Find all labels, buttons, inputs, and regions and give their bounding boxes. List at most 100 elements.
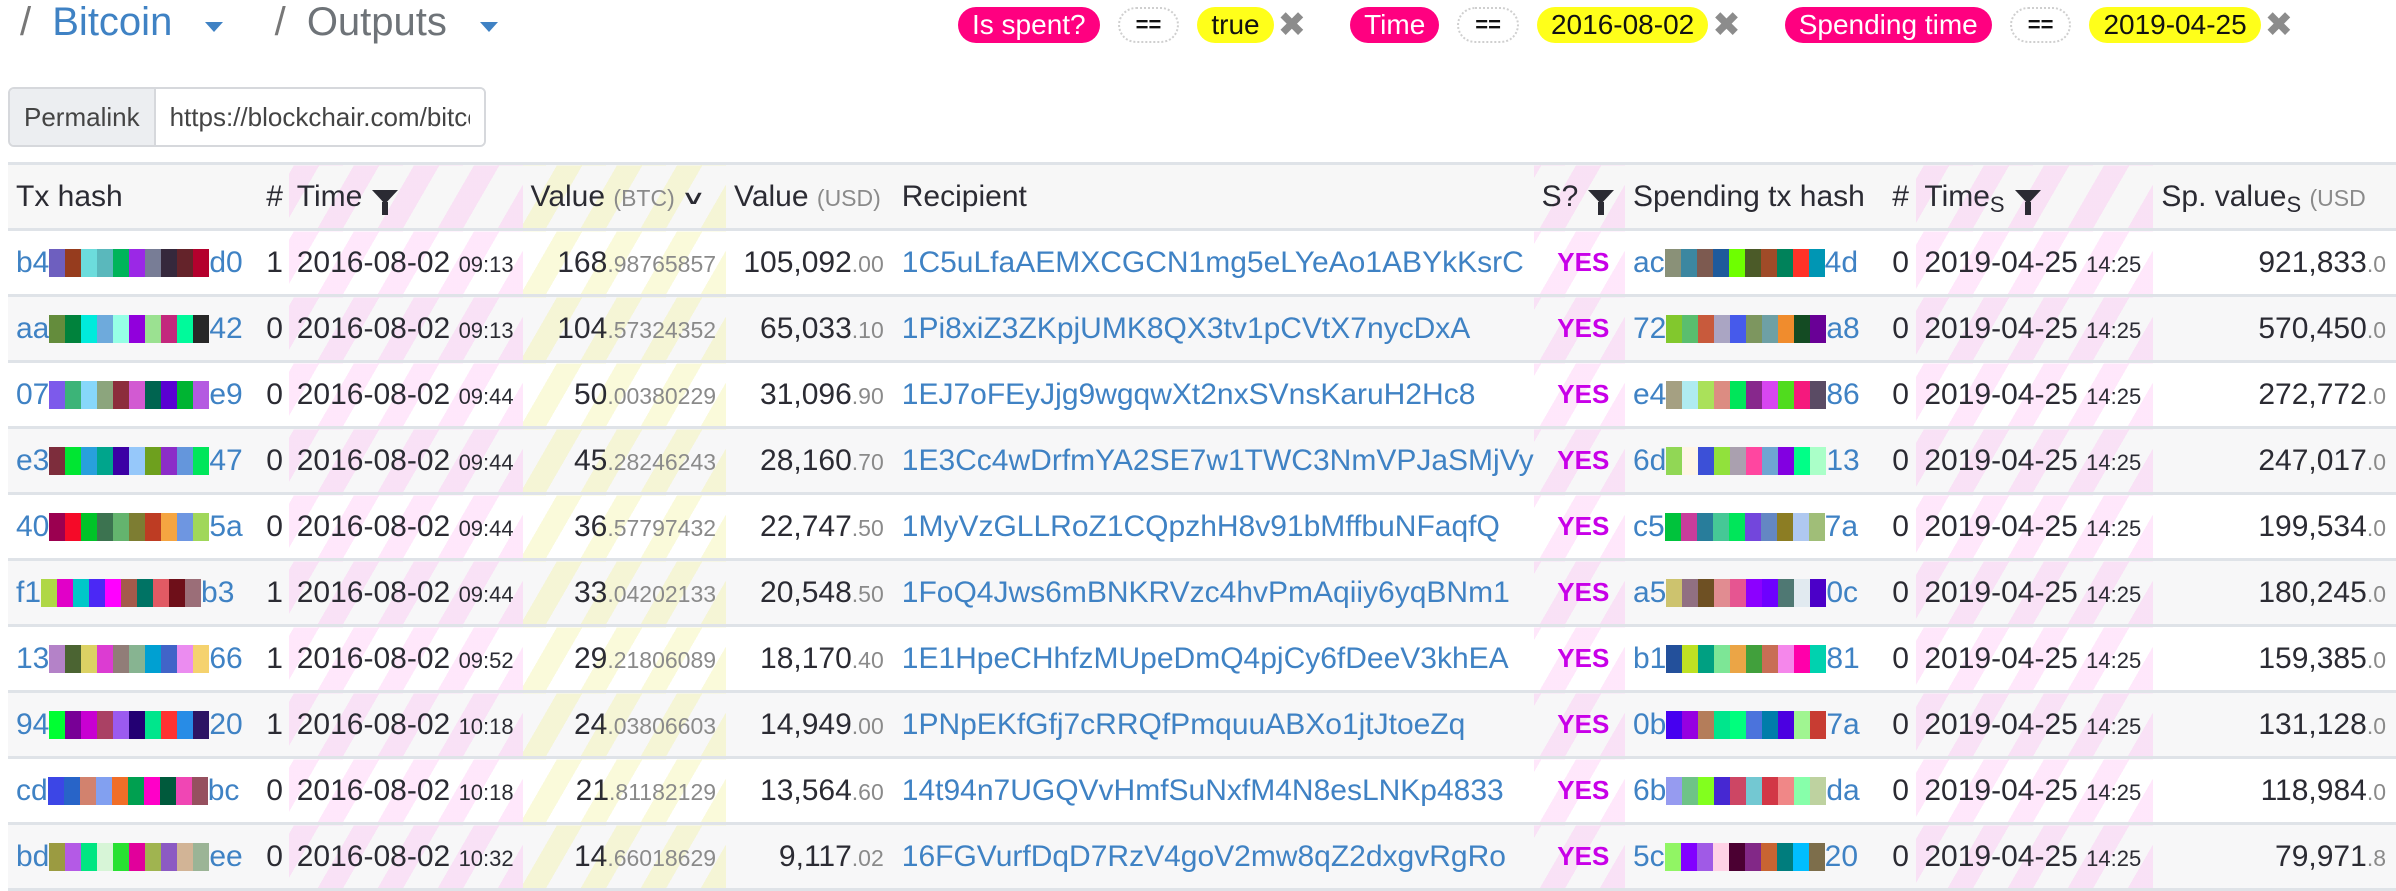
tx-hash-link[interactable]: b4 d0	[16, 246, 243, 280]
tx-hash-link[interactable]: cd bc	[16, 774, 239, 808]
filter-operator[interactable]: ==	[1117, 7, 1180, 43]
filter-field-time[interactable]: Time	[1350, 7, 1440, 43]
hash-color-swatch	[97, 842, 114, 871]
tx-hash-link[interactable]: 94 20	[16, 708, 243, 742]
recipient-address-link[interactable]: 1EJ7oFEyJjg9wgqwXt2nxSVnsKaruH2Hc8	[902, 378, 1476, 411]
header-index[interactable]: #	[258, 162, 289, 230]
hash-color-swatch	[177, 710, 194, 739]
value-dec: .0	[2366, 448, 2386, 475]
hash-color-swatch	[1666, 644, 1683, 673]
cell-spending-time: 2019-04-25 14:25	[1916, 492, 2154, 560]
spending-tx-hash-link[interactable]: 6b da	[1633, 774, 1860, 808]
header-spending-value[interactable]: Sp. valueS (USD	[2153, 162, 2396, 230]
breadcrumb-bitcoin[interactable]: Bitcoin	[52, 0, 172, 44]
recipient-address-link[interactable]: 1FoQ4Jws6mBNKRVzc4hvPmAqiiy6yqBNm1	[902, 576, 1510, 609]
hash-color-swatch	[1744, 842, 1761, 871]
recipient-address-link[interactable]: 1E1HpeCHhfzMUpeDmQ4pjCy6fDeeV3khEA	[902, 642, 1509, 675]
spending-tx-hash-link[interactable]: 6d 13	[1633, 444, 1860, 478]
spending-tx-hash-link[interactable]: 5c 20	[1633, 840, 1858, 874]
value-int: 20,548	[760, 575, 852, 609]
tx-hash-link[interactable]: aa 42	[16, 312, 243, 346]
hash-color-swatch	[1682, 314, 1699, 343]
cell-tx-hash: cd bc	[8, 756, 259, 824]
permalink-label: Permalink	[10, 89, 156, 145]
date: 2016-08-02	[296, 443, 451, 477]
filter-icon[interactable]	[372, 189, 399, 215]
hash-color-swatch	[185, 578, 202, 607]
sort-desc-chevron-icon[interactable]: ˅	[684, 186, 702, 212]
spending-tx-hash-link[interactable]: e4 86	[1633, 378, 1860, 412]
hash-color-swatch	[1746, 710, 1763, 739]
spending-tx-hash-link[interactable]: 72 a8	[1633, 312, 1860, 346]
header-time[interactable]: Time	[288, 162, 523, 230]
header-spending-time[interactable]: TimeS	[1916, 162, 2154, 230]
tx-hash-link[interactable]: 13 66	[16, 642, 243, 676]
chevron-down-icon[interactable]	[480, 22, 499, 33]
value-int: 180,245	[2258, 575, 2367, 609]
spending-tx-hash-link[interactable]: 0b 7a	[1633, 708, 1860, 742]
tx-hash-link[interactable]: e3 47	[16, 444, 243, 478]
permalink-input[interactable]	[155, 89, 484, 145]
time: 09:13	[458, 251, 514, 277]
header-recipient[interactable]: Recipient	[893, 162, 1534, 230]
recipient-address-link[interactable]: 1PNpEKfGfj7cRRQfPmquuABXo1jtJtoeZq	[902, 708, 1466, 741]
header-spending-tx-hash[interactable]: Spending tx hash	[1624, 162, 1885, 230]
hash-color-swatch	[49, 512, 66, 541]
spending-tx-hash-link[interactable]: b1 81	[1633, 642, 1860, 676]
remove-filter-icon[interactable]: ✖	[1278, 7, 1307, 43]
hash-color-swatch	[1698, 644, 1715, 673]
tx-hash-link[interactable]: f1 b3	[16, 576, 234, 610]
remove-filter-icon[interactable]: ✖	[1712, 7, 1741, 43]
recipient-address-link[interactable]: 14t94n7UGQVvHmfSuNxfM4N8esLNKp4833	[902, 774, 1504, 807]
header-tx-hash[interactable]: Tx hash	[8, 162, 259, 230]
tx-hash-link[interactable]: 40 5a	[16, 510, 243, 544]
value-dec: .8	[2366, 844, 2386, 871]
output-index: 0	[266, 377, 283, 411]
filter-field-is-spent[interactable]: Is spent?	[958, 7, 1100, 43]
spending-tx-hash-link[interactable]: c5 7a	[1633, 510, 1858, 544]
spending-tx-hash-link[interactable]: a5 0c	[1633, 576, 1858, 610]
hash-color-swatch	[1810, 314, 1827, 343]
cell-is-spent: YES	[1533, 558, 1625, 626]
hash-color-swatch	[113, 644, 130, 673]
header-value-usd[interactable]: Value (USD)	[726, 162, 894, 230]
recipient-address-link[interactable]: 1C5uLfaAEMXCGCN1mg5eLYeAo1ABYkKsrC	[902, 246, 1524, 279]
hash-color-swatch	[1792, 842, 1809, 871]
filter-field-spending-time[interactable]: Spending time	[1784, 7, 1992, 43]
filter-value[interactable]: true	[1197, 7, 1274, 43]
cell-spending-tx-hash: a5 0c	[1624, 558, 1885, 626]
recipient-address-link[interactable]: 16FGVurfDqD7RzV4goV2mw8qZ2dxgvRgRo	[902, 840, 1506, 873]
filter-icon[interactable]	[1588, 189, 1615, 215]
cell-spending-time: 2019-04-25 14:25	[1916, 822, 2154, 891]
filter-value[interactable]: 2016-08-02	[1536, 7, 1709, 43]
filter-operator[interactable]: ==	[1457, 7, 1519, 43]
header-value-btc[interactable]: Value (BTC) ˅	[522, 162, 727, 230]
tx-hash-link[interactable]: bd ee	[16, 840, 243, 874]
hash-color-swatch	[193, 644, 210, 673]
spending-tx-hash-link[interactable]: ac 4d	[1633, 246, 1858, 280]
spending-index: 0	[1892, 707, 1909, 741]
filter-icon[interactable]	[2014, 189, 2041, 215]
chevron-down-icon[interactable]	[205, 22, 224, 33]
hash-color-swatch	[1728, 842, 1745, 871]
header-spending-index[interactable]: #	[1884, 162, 1917, 230]
header-is-spent[interactable]: S?	[1533, 162, 1625, 230]
remove-filter-icon[interactable]: ✖	[2265, 7, 2294, 43]
cell-recipient: 1EJ7oFEyJjg9wgqwXt2nxSVnsKaruH2Hc8	[893, 360, 1534, 428]
hash-color-swatch	[49, 644, 66, 673]
hash-color-swatch	[1664, 512, 1681, 541]
filter-operator[interactable]: ==	[2009, 7, 2072, 43]
hash-color-swatch	[1698, 380, 1715, 409]
recipient-address-link[interactable]: 1MyVzGLLRoZ1CQpzhH8v91bMffbuNFaqfQ	[902, 510, 1500, 543]
breadcrumb-separator: /	[20, 0, 32, 44]
tx-hash-link[interactable]: 07 e9	[16, 378, 243, 412]
recipient-address-link[interactable]: 1Pi8xiZ3ZKpjUMK8QX3tv1pCVtX7nycDxA	[902, 312, 1471, 345]
value-dec: .0	[2366, 580, 2386, 607]
value-dec: .21806089	[607, 646, 717, 673]
filter-value[interactable]: 2019-04-25	[2089, 7, 2261, 43]
cell-time: 2016-08-02 10:18	[288, 690, 523, 758]
spent-status: YES	[1557, 313, 1610, 343]
recipient-address-link[interactable]: 1E3Cc4wDrfmYA2SE7w1TWC3NmVPJaSMjVy	[902, 444, 1534, 477]
cell-value-usd: 18,170.40	[726, 624, 894, 692]
breadcrumb-outputs[interactable]: Outputs	[307, 0, 447, 44]
